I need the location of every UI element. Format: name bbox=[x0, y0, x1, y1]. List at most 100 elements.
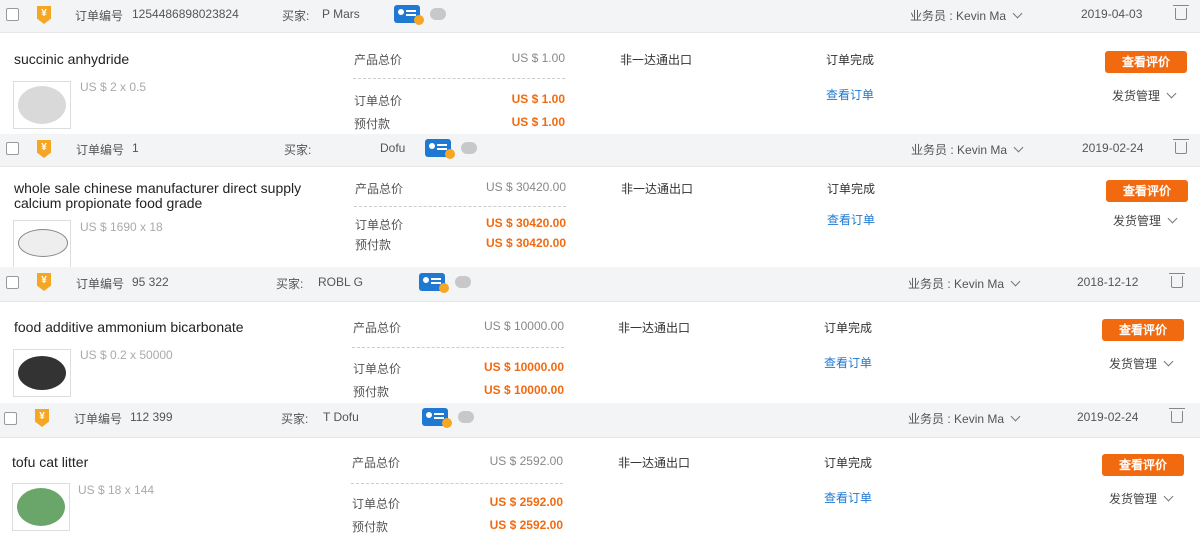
order-total-value: US $ 30420.00 bbox=[485, 216, 566, 230]
salesman-dropdown[interactable]: 业务员 : Kevin Ma bbox=[910, 7, 1023, 24]
order-date: 2019-04-03 bbox=[1081, 7, 1143, 21]
product-title[interactable]: tofu cat litter bbox=[12, 455, 88, 470]
prepay-label: 预付款 bbox=[353, 385, 390, 399]
order-status: 订单完成 bbox=[827, 182, 876, 196]
trash-icon[interactable] bbox=[1169, 273, 1185, 288]
select-checkbox[interactable] bbox=[4, 412, 17, 425]
buyer-label: 买家: bbox=[281, 412, 309, 426]
order-date: 2018-12-12 bbox=[1077, 275, 1139, 289]
buyer-name[interactable]: ROBL G bbox=[318, 275, 363, 289]
chevron-down-icon bbox=[1012, 8, 1023, 19]
select-checkbox[interactable] bbox=[6, 142, 19, 155]
select-checkbox[interactable] bbox=[6, 8, 19, 21]
chat-icon[interactable] bbox=[458, 411, 474, 423]
buyer-name[interactable]: Dofu bbox=[380, 141, 405, 155]
order-status: 订单完成 bbox=[824, 456, 873, 470]
view-order-link[interactable]: 查看订单 bbox=[824, 354, 872, 371]
divider bbox=[353, 78, 565, 79]
unit-price: US $ 2 x 0.5 bbox=[80, 80, 147, 94]
view-order-link[interactable]: 查看订单 bbox=[826, 86, 874, 103]
prepay-label: 预付款 bbox=[355, 238, 392, 252]
salesman-name: Kevin Ma bbox=[954, 277, 1005, 291]
view-review-button[interactable]: 查看评价 bbox=[1105, 51, 1187, 73]
buyer-name[interactable]: P Mars bbox=[322, 7, 360, 21]
product-thumbnail[interactable] bbox=[12, 483, 70, 531]
buyer-name[interactable]: T Dofu bbox=[323, 410, 359, 424]
shipping-manage-label: 发货管理 bbox=[1112, 89, 1161, 103]
salesman-dropdown[interactable]: 业务员 : Kevin Ma bbox=[908, 410, 1021, 427]
order-status: 订单完成 bbox=[824, 321, 873, 335]
chevron-down-icon bbox=[1163, 491, 1174, 502]
salesman-dropdown[interactable]: 业务员 : Kevin Ma bbox=[908, 275, 1021, 292]
salesman-label: 业务员 : bbox=[911, 143, 954, 157]
shipping-manage-dropdown[interactable]: 发货管理 bbox=[1109, 490, 1174, 507]
buyer-label: 买家: bbox=[282, 9, 310, 23]
view-order-link[interactable]: 查看订单 bbox=[827, 211, 875, 228]
prepay-value: US $ 1.00 bbox=[511, 115, 565, 129]
view-review-button[interactable]: 查看评价 bbox=[1106, 180, 1188, 202]
shipping-manage-dropdown[interactable]: 发货管理 bbox=[1112, 87, 1177, 104]
order-no-label: 订单编号 bbox=[76, 143, 125, 157]
product-thumbnail[interactable] bbox=[13, 220, 71, 268]
product-thumbnail[interactable] bbox=[13, 349, 71, 397]
product-total-value: US $ 1.00 bbox=[511, 51, 565, 65]
salesman-dropdown[interactable]: 业务员 : Kevin Ma bbox=[911, 141, 1024, 158]
prepay-value: US $ 10000.00 bbox=[483, 383, 564, 397]
select-checkbox[interactable] bbox=[6, 276, 19, 289]
order-total-label: 订单总价 bbox=[354, 94, 403, 108]
unit-price: US $ 0.2 x 50000 bbox=[80, 348, 173, 362]
trade-mode: 非一达通出口 bbox=[620, 53, 693, 67]
order-status: 订单完成 bbox=[826, 53, 875, 67]
order-date: 2019-02-24 bbox=[1082, 141, 1144, 155]
shipping-manage-dropdown[interactable]: 发货管理 bbox=[1113, 212, 1178, 229]
prepay-label: 预付款 bbox=[354, 117, 391, 131]
salesman-name: Kevin Ma bbox=[954, 412, 1005, 426]
order-total-label: 订单总价 bbox=[352, 497, 401, 511]
product-total-value: US $ 10000.00 bbox=[483, 319, 564, 333]
product-total-label: 产品总价 bbox=[354, 53, 403, 67]
view-review-button[interactable]: 查看评价 bbox=[1102, 319, 1184, 341]
chat-icon[interactable] bbox=[430, 8, 446, 20]
shipping-manage-label: 发货管理 bbox=[1109, 357, 1158, 371]
order-total-value: US $ 1.00 bbox=[511, 92, 565, 106]
order-total-label: 订单总价 bbox=[353, 362, 402, 376]
trash-icon[interactable] bbox=[1173, 139, 1189, 154]
business-card-icon[interactable] bbox=[425, 139, 455, 159]
chevron-down-icon bbox=[1010, 276, 1021, 287]
view-review-button[interactable]: 查看评价 bbox=[1102, 454, 1184, 476]
order-header: ¥ 订单编号 112 399 买家: T Dofu 业务员 : Kevin Ma… bbox=[0, 403, 1200, 438]
chat-icon[interactable] bbox=[461, 142, 477, 154]
order-no-value[interactable]: 112 399 bbox=[130, 410, 173, 424]
business-card-icon[interactable] bbox=[419, 273, 449, 293]
shipping-manage-dropdown[interactable]: 发货管理 bbox=[1109, 355, 1174, 372]
order-no-label: 订单编号 bbox=[74, 412, 123, 426]
order-header: ¥ 订单编号 1254486898023824 买家: P Mars 业务员 :… bbox=[0, 0, 1200, 33]
order-no-value[interactable]: 1254486898023824 bbox=[132, 7, 239, 21]
shipping-manage-label: 发货管理 bbox=[1109, 492, 1158, 506]
product-thumbnail[interactable] bbox=[13, 81, 71, 129]
buyer-label: 买家: bbox=[276, 277, 304, 291]
order-block: ¥ 订单编号 1 买家: Dofu 业务员 : Kevin Ma 2019-02… bbox=[0, 134, 1200, 268]
shipping-manage-label: 发货管理 bbox=[1113, 214, 1162, 228]
trash-icon[interactable] bbox=[1173, 5, 1189, 20]
product-title[interactable]: whole sale chinese manufacturer direct s… bbox=[14, 181, 314, 211]
chevron-down-icon bbox=[1163, 356, 1174, 367]
view-order-link[interactable]: 查看订单 bbox=[824, 489, 872, 506]
unit-price: US $ 1690 x 18 bbox=[80, 220, 163, 234]
business-card-icon[interactable] bbox=[422, 408, 452, 428]
order-header: ¥ 订单编号 95 322 买家: ROBL G 业务员 : Kevin Ma … bbox=[0, 267, 1200, 302]
order-block: ¥ 订单编号 112 399 买家: T Dofu 业务员 : Kevin Ma… bbox=[0, 403, 1200, 560]
business-card-icon[interactable] bbox=[394, 5, 424, 25]
salesman-label: 业务员 : bbox=[910, 9, 953, 23]
gold-supplier-badge-icon: ¥ bbox=[37, 140, 51, 158]
product-title[interactable]: food additive ammonium bicarbonate bbox=[14, 320, 244, 335]
order-no-value[interactable]: 95 322 bbox=[132, 275, 169, 289]
product-title[interactable]: succinic anhydride bbox=[14, 52, 129, 67]
divider bbox=[354, 206, 566, 207]
trash-icon[interactable] bbox=[1169, 408, 1185, 423]
product-total-label: 产品总价 bbox=[353, 321, 402, 335]
product-total-value: US $ 2592.00 bbox=[489, 454, 563, 468]
chat-icon[interactable] bbox=[455, 276, 471, 288]
salesman-name: Kevin Ma bbox=[957, 143, 1008, 157]
order-no-value[interactable]: 1 bbox=[132, 141, 139, 155]
